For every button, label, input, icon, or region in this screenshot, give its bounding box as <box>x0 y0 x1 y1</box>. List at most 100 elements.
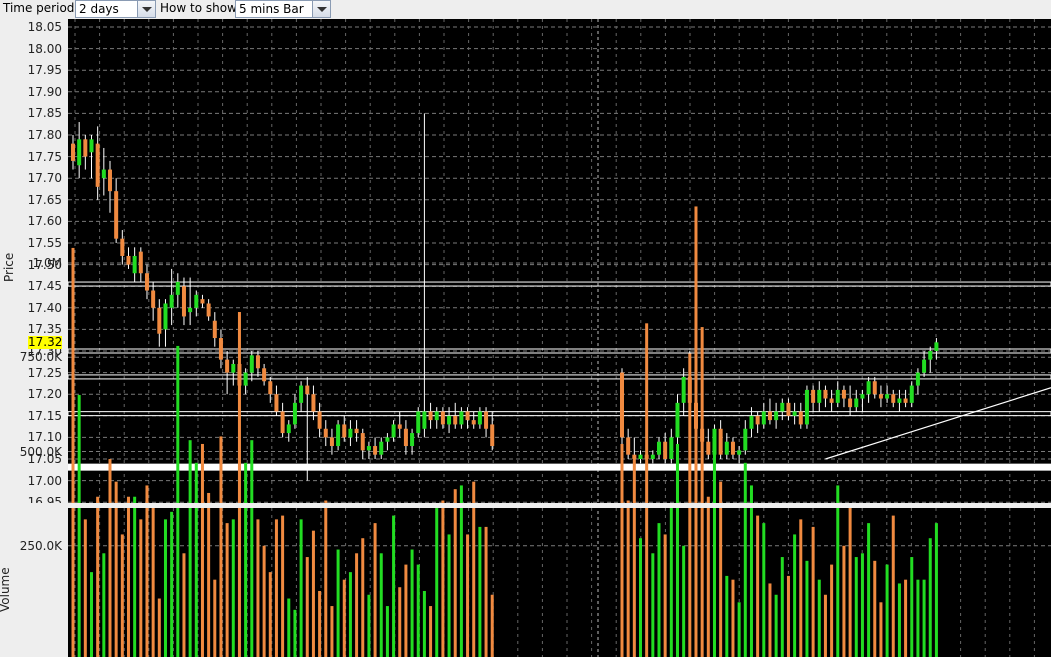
candle-body <box>669 437 674 459</box>
volume-bar <box>441 500 445 657</box>
volume-bar <box>817 579 821 657</box>
candle-body <box>447 415 452 425</box>
volume-bar <box>429 606 433 657</box>
volume-bar <box>237 312 241 657</box>
volume-bar <box>348 572 352 657</box>
volume-bar <box>910 557 914 657</box>
candle-body <box>71 143 75 161</box>
candle-body <box>89 139 94 153</box>
candle-body <box>138 251 143 274</box>
volume-bar <box>398 587 402 657</box>
candle-body <box>755 415 760 425</box>
volume-bar <box>737 602 741 657</box>
volume-bar <box>225 523 229 657</box>
volume-bar <box>139 519 143 657</box>
volume-bar <box>675 443 679 657</box>
volume-bar <box>928 538 932 657</box>
volume-bar <box>830 564 834 657</box>
volume-bar <box>268 572 272 657</box>
candle-body <box>188 307 193 313</box>
volume-bar <box>682 545 686 657</box>
volume-bar <box>749 485 753 657</box>
candle-body <box>743 428 748 451</box>
volume-bar <box>805 560 809 657</box>
candle-body <box>120 238 125 256</box>
candle-body <box>292 402 297 425</box>
candle-body <box>915 372 920 386</box>
candle-body <box>249 355 254 373</box>
volume-bar <box>867 523 871 657</box>
candle-body <box>107 169 112 192</box>
volume-bar <box>71 247 75 657</box>
volume-bar <box>318 590 322 657</box>
candle-body <box>218 338 223 360</box>
volume-bar <box>83 519 87 657</box>
volume-bar <box>293 609 297 657</box>
candle-body <box>761 411 766 425</box>
volume-bar <box>922 579 926 657</box>
candle-body <box>336 424 341 447</box>
candle-body <box>373 446 378 455</box>
volume-bar <box>89 572 93 657</box>
volume-bar <box>133 496 137 657</box>
volume-bar <box>891 515 895 657</box>
volume-bar <box>126 496 130 657</box>
volume-bar <box>77 394 81 657</box>
volume-bar <box>379 553 383 657</box>
candle-body <box>175 281 180 295</box>
support-band <box>68 463 1051 471</box>
candle-body <box>428 411 433 421</box>
candle-body <box>342 424 347 438</box>
candle-body <box>231 363 236 373</box>
candle-body <box>829 398 834 403</box>
volume-bar <box>743 462 747 657</box>
volume-bar <box>651 553 655 657</box>
candle-body <box>169 294 174 308</box>
candle-body <box>200 299 205 304</box>
candle-body <box>329 437 334 447</box>
volume-bar <box>170 511 174 657</box>
volume-bar <box>916 579 920 657</box>
candle-body <box>323 428 328 438</box>
candle-body <box>841 389 846 399</box>
volume-bar <box>330 606 334 657</box>
candle-body <box>934 342 939 351</box>
volume-bar <box>410 549 414 657</box>
candle-body <box>268 381 273 395</box>
candle-body <box>792 411 797 416</box>
candle-body <box>397 424 402 429</box>
volume-bar <box>120 534 124 657</box>
candle-body <box>144 273 149 291</box>
volume-bar <box>768 583 772 657</box>
volume-bar <box>213 579 217 657</box>
candle-body <box>749 415 754 429</box>
candle-body <box>780 402 785 412</box>
candle-body <box>385 437 390 442</box>
candlestick-chart[interactable] <box>0 0 1051 657</box>
candle-body <box>804 389 809 425</box>
volume-bar <box>786 575 790 657</box>
panel-separator <box>0 503 1051 508</box>
candle-body <box>311 394 316 412</box>
volume-bar <box>774 594 778 657</box>
candle-body <box>255 355 260 369</box>
volume-bar <box>367 594 371 657</box>
candle-body <box>872 381 877 395</box>
volume-bar <box>904 579 908 657</box>
volume-bar <box>663 534 667 657</box>
volume-bar <box>342 579 346 657</box>
candle-body <box>774 411 779 421</box>
candle-body <box>212 320 217 339</box>
volume-bar <box>632 459 636 657</box>
candle-body <box>854 398 859 408</box>
volume-bar <box>361 538 365 657</box>
volume-bar <box>336 549 340 657</box>
candle-body <box>638 454 643 459</box>
candle-body <box>656 441 661 455</box>
volume-bar <box>756 515 760 657</box>
volume-bar <box>299 519 303 657</box>
volume-bar <box>823 594 827 657</box>
volume-bar <box>182 553 186 657</box>
candle-body <box>459 411 464 425</box>
candle-body <box>626 437 631 455</box>
